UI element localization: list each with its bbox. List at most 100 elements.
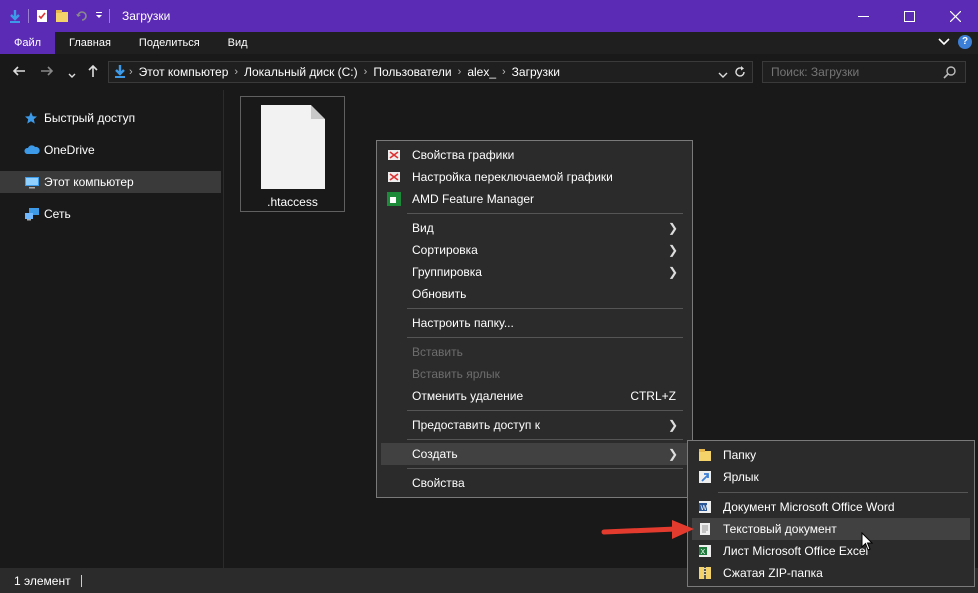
svg-text:X: X — [701, 549, 706, 556]
zip-folder-icon — [698, 566, 712, 580]
nav-label: Сеть — [44, 207, 71, 221]
excel-sheet-icon: X — [698, 544, 712, 558]
menu-item-switchable-graphics[interactable]: Настройка переключаемой графики — [381, 166, 688, 188]
nav-item-quick-access[interactable]: Быстрый доступ — [0, 107, 221, 129]
file-name: .htaccess — [267, 195, 318, 209]
menu-separator — [407, 337, 683, 338]
nav-label: OneDrive — [44, 143, 95, 157]
tab-home[interactable]: Главная — [55, 32, 125, 54]
menu-item-graphics-properties[interactable]: Свойства графики — [381, 144, 688, 166]
title-bar: Загрузки — [0, 0, 978, 32]
help-icon[interactable]: ? — [958, 35, 972, 49]
menu-separator — [407, 468, 683, 469]
amd-icon — [387, 192, 401, 206]
tab-file[interactable]: Файл — [0, 32, 56, 54]
folder-icon — [698, 448, 712, 462]
menu-item-paste-shortcut: Вставить ярлык — [412, 367, 500, 381]
breadcrumb-chevron-icon[interactable]: › — [232, 66, 240, 78]
cloud-icon — [24, 143, 40, 157]
recent-locations-chevron-icon[interactable] — [68, 67, 76, 83]
close-button[interactable] — [932, 0, 978, 32]
undo-icon[interactable] — [75, 9, 89, 23]
breadcrumb-users[interactable]: Пользователи — [369, 65, 455, 79]
menu-item-customize-folder[interactable]: Настроить папку... — [381, 312, 688, 334]
menu-item-new[interactable]: Создать ❯ — [381, 443, 688, 465]
menu-separator — [718, 492, 968, 493]
back-arrow-icon[interactable] — [12, 64, 26, 81]
ribbon-tabs: Файл Главная Поделиться Вид ? — [0, 32, 978, 54]
breadcrumb-this-pc[interactable]: Этот компьютер — [135, 65, 233, 79]
maximize-button[interactable] — [886, 0, 932, 32]
menu-item-amd-feature-manager[interactable]: AMD Feature Manager — [381, 188, 688, 210]
submenu-arrow-icon: ❯ — [667, 265, 678, 279]
menu-item-view[interactable]: Вид ❯ — [381, 217, 688, 239]
download-arrow-icon — [8, 9, 22, 23]
customize-toolbar-icon[interactable] — [95, 9, 103, 23]
address-bar[interactable]: › Этот компьютер › Локальный диск (C:) ›… — [108, 61, 753, 83]
word-document-icon: W — [698, 500, 712, 514]
breadcrumb-downloads[interactable]: Загрузки — [508, 65, 564, 79]
network-icon — [24, 207, 39, 221]
menu-item-sort[interactable]: Сортировка ❯ — [381, 239, 688, 261]
search-icon[interactable] — [943, 65, 957, 82]
submenu-item-text-document[interactable]: Текстовый документ — [692, 518, 970, 540]
menu-separator — [407, 213, 683, 214]
submenu-item-excel-sheet[interactable]: X Лист Microsoft Office Excel — [692, 540, 970, 562]
window-title: Загрузки — [122, 9, 171, 23]
new-submenu: Папку Ярлык W Документ Microsoft Office … — [687, 440, 975, 587]
text-document-icon — [698, 522, 712, 536]
refresh-icon[interactable] — [733, 65, 747, 82]
graphics-icon — [387, 170, 401, 184]
nav-item-network[interactable]: Сеть — [0, 203, 221, 225]
graphics-icon — [387, 148, 401, 162]
forward-arrow-icon[interactable] — [40, 64, 54, 81]
breadcrumb-user[interactable]: alex_ — [463, 65, 500, 79]
file-item[interactable]: .htaccess — [240, 96, 345, 212]
separator — [109, 9, 110, 23]
tab-view[interactable]: Вид — [214, 32, 262, 54]
submenu-item-folder[interactable]: Папку — [692, 444, 970, 466]
menu-item-properties[interactable]: Свойства — [381, 472, 688, 494]
tab-share[interactable]: Поделиться — [125, 32, 214, 54]
address-dropdown-icon[interactable] — [718, 68, 728, 82]
up-arrow-icon[interactable] — [86, 64, 100, 81]
menu-separator — [407, 308, 683, 309]
search-box[interactable] — [762, 61, 966, 83]
new-folder-icon[interactable] — [55, 9, 69, 23]
item-count: 1 элемент — [14, 573, 71, 588]
nav-label: Этот компьютер — [44, 175, 134, 189]
submenu-item-word-document[interactable]: W Документ Microsoft Office Word — [692, 496, 970, 518]
breadcrumb-chevron-icon[interactable]: › — [456, 66, 464, 78]
menu-separator — [407, 410, 683, 411]
nav-item-onedrive[interactable]: OneDrive — [0, 139, 221, 161]
minimize-button[interactable] — [840, 0, 886, 32]
breadcrumb-local-disk[interactable]: Локальный диск (C:) — [240, 65, 362, 79]
menu-item-refresh[interactable]: Обновить — [381, 283, 688, 305]
star-icon — [24, 111, 38, 125]
search-input[interactable] — [763, 62, 933, 82]
expand-ribbon-icon[interactable] — [938, 35, 950, 49]
breadcrumb-chevron-icon[interactable]: › — [127, 66, 135, 78]
download-folder-icon — [113, 65, 127, 79]
computer-icon — [24, 175, 39, 189]
separator — [28, 9, 29, 23]
menu-item-give-access[interactable]: Предоставить доступ к ❯ — [381, 414, 688, 436]
breadcrumb-chevron-icon[interactable]: › — [500, 66, 508, 78]
breadcrumb-chevron-icon[interactable]: › — [362, 66, 370, 78]
mouse-cursor-icon — [861, 532, 874, 551]
submenu-item-zip-folder[interactable]: Сжатая ZIP-папка — [692, 562, 970, 584]
submenu-arrow-icon: ❯ — [667, 447, 678, 461]
nav-label: Быстрый доступ — [44, 111, 136, 125]
menu-separator — [407, 439, 683, 440]
submenu-arrow-icon: ❯ — [667, 418, 678, 432]
shortcut-icon — [698, 470, 712, 484]
properties-icon[interactable] — [35, 9, 49, 23]
submenu-arrow-icon: ❯ — [667, 221, 678, 235]
submenu-arrow-icon: ❯ — [667, 243, 678, 257]
context-menu: Свойства графики Настройка переключаемой… — [376, 140, 693, 498]
submenu-item-shortcut[interactable]: Ярлык — [692, 466, 970, 488]
menu-item-group[interactable]: Группировка ❯ — [381, 261, 688, 283]
nav-item-this-pc[interactable]: Этот компьютер — [0, 171, 221, 193]
menu-item-undo-delete[interactable]: Отменить удаление CTRL+Z — [381, 385, 688, 407]
blank-file-icon — [261, 105, 325, 189]
